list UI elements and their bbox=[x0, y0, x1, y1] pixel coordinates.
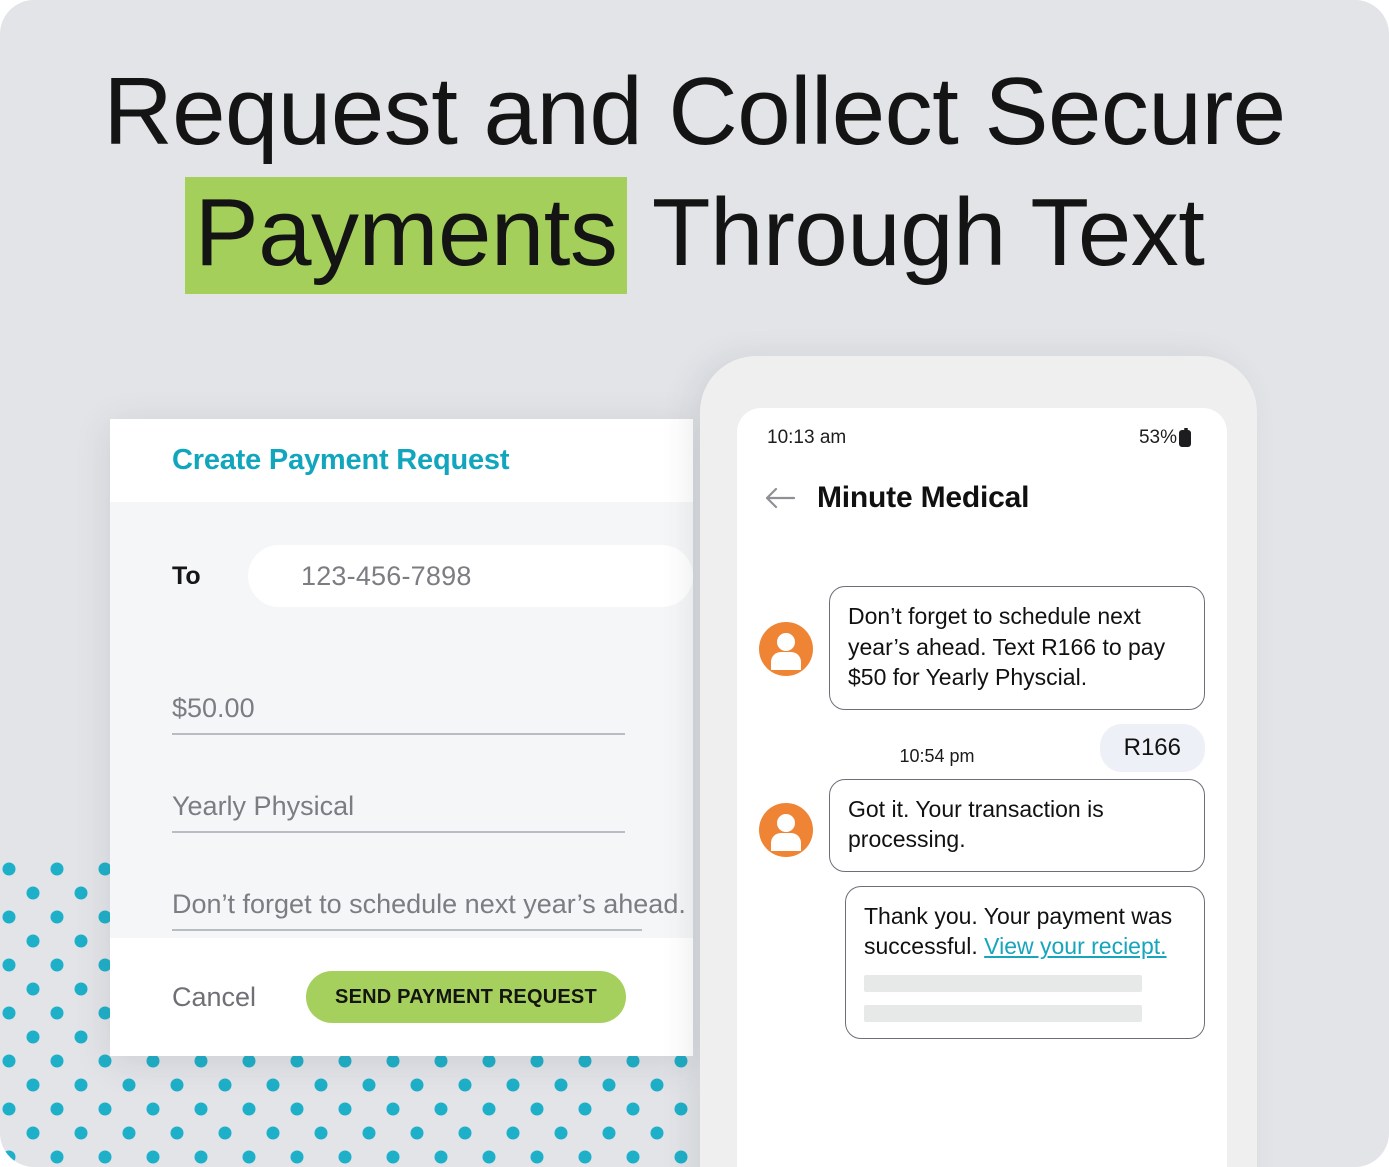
headline-line-1: Request and Collect Secure bbox=[103, 58, 1286, 165]
message-bubble: Got it. Your transaction is processing. bbox=[829, 778, 1205, 872]
avatar-body-shape bbox=[771, 652, 801, 670]
message-bubble-receipt: Thank you. Your payment was successful. … bbox=[845, 885, 1205, 1040]
avatar bbox=[759, 622, 813, 676]
status-battery: 53% bbox=[1139, 427, 1191, 449]
card-actions: Cancel SEND PAYMENT REQUEST bbox=[110, 938, 693, 1056]
note-input[interactable]: Don’t forget to schedule next year’s ahe… bbox=[172, 889, 686, 931]
avatar-head-shape bbox=[777, 633, 795, 651]
recipient-label: To bbox=[172, 561, 201, 590]
description-input[interactable]: Yearly Physical bbox=[172, 791, 625, 833]
message-bubble-outgoing: R166 bbox=[1099, 723, 1205, 772]
battery-percent-label: 53% bbox=[1138, 427, 1177, 448]
chat-message-list: Don’t forget to schedule next year’s ahe… bbox=[737, 536, 1227, 1040]
message-bubble: Don’t forget to schedule next year’s ahe… bbox=[829, 586, 1205, 710]
amount-input-value: $50.00 bbox=[172, 693, 255, 723]
status-bar: 10:13 am 53% bbox=[737, 408, 1227, 460]
background-panel: Request and Collect Secure Payments Thro… bbox=[0, 0, 1389, 1167]
note-input-value: Don’t forget to schedule next year’s ahe… bbox=[172, 889, 686, 919]
avatar-head-shape bbox=[777, 813, 795, 832]
chat-message-incoming-2: Got it. Your transaction is processing. bbox=[759, 778, 1205, 872]
battery-icon bbox=[1179, 427, 1191, 447]
recipient-row: To 123-456-7898 bbox=[172, 502, 693, 607]
poster-canvas: Request and Collect Secure Payments Thro… bbox=[0, 0, 1389, 1167]
send-payment-request-button[interactable]: SEND PAYMENT REQUEST bbox=[306, 971, 626, 1023]
receipt-placeholder-bar bbox=[864, 1005, 1142, 1023]
amount-input[interactable]: $50.00 bbox=[172, 693, 625, 735]
headline-line-2-rest: Through Text bbox=[627, 178, 1205, 286]
chat-contact-name: Minute Medical bbox=[817, 481, 1030, 514]
cancel-button[interactable]: Cancel bbox=[172, 982, 256, 1013]
phone-mockup: 10:13 am 53% Minute Medical Don’t forget… bbox=[700, 356, 1257, 1167]
avatar-body-shape bbox=[771, 832, 801, 851]
recipient-input[interactable]: 123-456-7898 bbox=[248, 545, 693, 607]
create-payment-request-card: Create Payment Request To 123-456-7898 $… bbox=[110, 419, 693, 1056]
page-title: Create Payment Request bbox=[172, 444, 510, 476]
recipient-input-value: 123-456-7898 bbox=[301, 560, 472, 591]
headline-line-2: Payments Through Text bbox=[0, 169, 1389, 298]
status-time: 10:13 am bbox=[767, 427, 847, 448]
card-form-body: To 123-456-7898 $50.00 Yearly Physical D… bbox=[110, 502, 693, 938]
avatar bbox=[759, 802, 813, 857]
description-input-value: Yearly Physical bbox=[172, 791, 355, 821]
chat-header: Minute Medical bbox=[737, 460, 1227, 536]
card-header: Create Payment Request bbox=[110, 419, 693, 502]
headline-highlight: Payments bbox=[184, 176, 628, 294]
phone-screen: 10:13 am 53% Minute Medical Don’t forget… bbox=[737, 408, 1227, 1167]
page-headline: Request and Collect Secure Payments Thro… bbox=[0, 48, 1389, 297]
arrow-left-icon[interactable] bbox=[763, 481, 797, 515]
receipt-placeholder-bar bbox=[864, 975, 1142, 993]
chat-message-incoming-1: Don’t forget to schedule next year’s ahe… bbox=[759, 586, 1205, 710]
chat-message-incoming-3: Thank you. Your payment was successful. … bbox=[829, 885, 1205, 1040]
view-receipt-link[interactable]: View your reciept. bbox=[984, 933, 1166, 959]
